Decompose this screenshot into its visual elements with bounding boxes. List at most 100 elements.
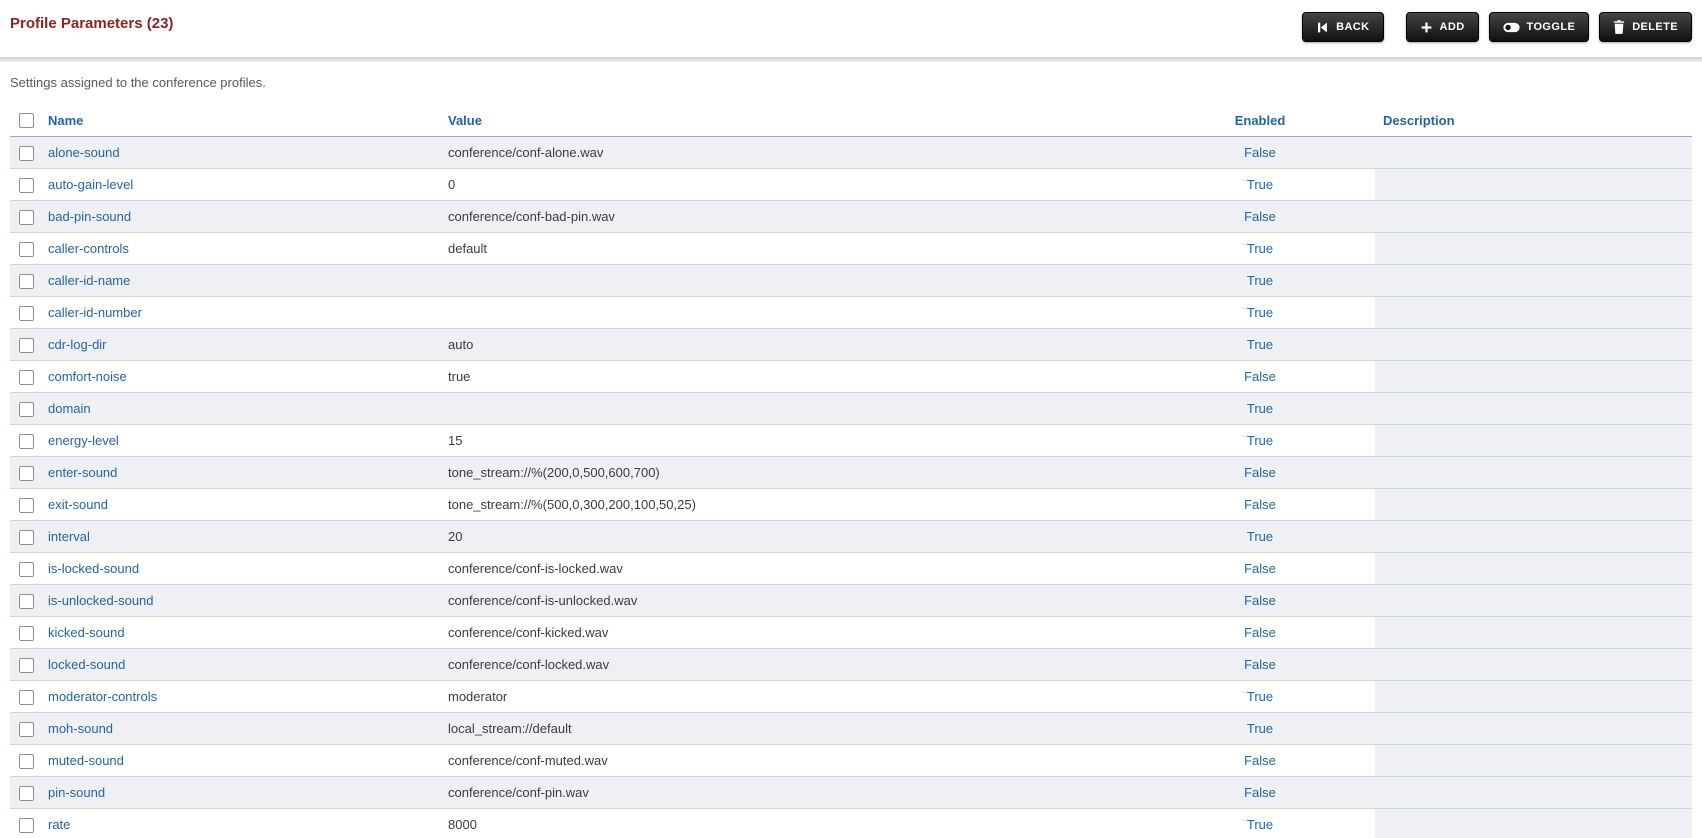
table-row: is-locked-sound conference/conf-is-locke… [10, 552, 1692, 585]
row-checkbox[interactable] [19, 657, 34, 673]
toggle-button[interactable]: TOGGLE [1488, 12, 1590, 42]
parameter-enabled-value[interactable]: False [1244, 145, 1276, 160]
row-checkbox[interactable] [19, 689, 34, 705]
row-checkbox[interactable] [19, 209, 34, 225]
row-checkbox[interactable] [19, 625, 34, 641]
delete-button[interactable]: DELETE [1599, 12, 1692, 42]
parameter-description [1375, 168, 1692, 201]
parameter-value: tone_stream://%(500,0,300,200,100,50,25) [440, 488, 1145, 521]
column-header-name[interactable]: Name [48, 113, 83, 128]
row-checkbox[interactable] [19, 817, 34, 833]
parameter-description [1375, 712, 1692, 745]
parameter-name-link[interactable]: is-locked-sound [48, 561, 139, 576]
parameter-name-link[interactable]: rate [48, 817, 70, 832]
row-checkbox[interactable] [19, 433, 34, 449]
parameter-name-link[interactable]: alone-sound [48, 145, 120, 160]
parameter-enabled-value[interactable]: True [1247, 241, 1273, 256]
row-checkbox[interactable] [19, 529, 34, 545]
parameter-description [1375, 232, 1692, 265]
parameter-enabled-value[interactable]: False [1244, 561, 1276, 576]
parameter-description [1375, 488, 1692, 521]
parameter-enabled-value[interactable]: False [1244, 209, 1276, 224]
parameter-name-link[interactable]: exit-sound [48, 497, 108, 512]
parameter-description [1375, 136, 1692, 169]
back-button[interactable]: BACK [1302, 12, 1384, 42]
parameter-name-link[interactable]: kicked-sound [48, 625, 125, 640]
row-checkbox[interactable] [19, 337, 34, 353]
parameter-name-link[interactable]: moderator-controls [48, 689, 157, 704]
parameter-description [1375, 360, 1692, 393]
row-checkbox[interactable] [19, 241, 34, 257]
parameter-enabled-value[interactable]: False [1244, 657, 1276, 672]
parameter-name-link[interactable]: moh-sound [48, 721, 113, 736]
column-header-description[interactable]: Description [1383, 113, 1455, 128]
add-button[interactable]: ADD [1405, 12, 1479, 42]
row-checkbox[interactable] [19, 177, 34, 193]
page-description: Settings assigned to the conference prof… [10, 75, 266, 90]
parameter-value [440, 296, 1145, 329]
row-checkbox[interactable] [19, 561, 34, 577]
parameter-name-link[interactable]: comfort-noise [48, 369, 127, 384]
delete-button-label: DELETE [1632, 21, 1678, 33]
parameter-enabled-value[interactable]: False [1244, 497, 1276, 512]
row-checkbox[interactable] [19, 753, 34, 769]
row-checkbox[interactable] [19, 145, 34, 161]
parameter-description [1375, 264, 1692, 297]
parameter-enabled-value[interactable]: False [1244, 465, 1276, 480]
parameter-enabled-value[interactable]: True [1247, 433, 1273, 448]
parameter-enabled-value[interactable]: False [1244, 593, 1276, 608]
table-row: kicked-sound conference/conf-kicked.wav … [10, 616, 1692, 649]
parameter-name-link[interactable]: is-unlocked-sound [48, 593, 154, 608]
parameter-name-link[interactable]: caller-id-number [48, 305, 142, 320]
row-checkbox[interactable] [19, 305, 34, 321]
parameter-enabled-value[interactable]: False [1244, 753, 1276, 768]
row-checkbox[interactable] [19, 785, 34, 801]
parameter-name-link[interactable]: bad-pin-sound [48, 209, 131, 224]
parameter-name-link[interactable]: pin-sound [48, 785, 105, 800]
row-checkbox[interactable] [19, 369, 34, 385]
parameter-name-link[interactable]: domain [48, 401, 91, 416]
parameter-enabled-value[interactable]: True [1247, 305, 1273, 320]
parameter-enabled-value[interactable]: False [1244, 625, 1276, 640]
parameter-enabled-value[interactable]: False [1244, 785, 1276, 800]
row-checkbox[interactable] [19, 497, 34, 513]
parameter-enabled-value[interactable]: True [1247, 529, 1273, 544]
parameter-name-link[interactable]: enter-sound [48, 465, 117, 480]
row-checkbox[interactable] [19, 593, 34, 609]
row-checkbox[interactable] [19, 465, 34, 481]
parameter-value: true [440, 360, 1145, 393]
parameter-value: conference/conf-alone.wav [440, 136, 1145, 169]
select-all-checkbox[interactable] [19, 113, 34, 129]
parameter-value: 20 [440, 520, 1145, 553]
row-checkbox[interactable] [19, 721, 34, 737]
parameter-enabled-value[interactable]: True [1247, 337, 1273, 352]
row-checkbox[interactable] [19, 401, 34, 417]
parameter-name-link[interactable]: muted-sound [48, 753, 124, 768]
parameter-name-link[interactable]: caller-id-name [48, 273, 130, 288]
parameter-name-link[interactable]: caller-controls [48, 241, 129, 256]
parameter-name-link[interactable]: auto-gain-level [48, 177, 133, 192]
plus-icon [1420, 21, 1433, 34]
column-header-enabled[interactable]: Enabled [1235, 113, 1286, 128]
parameter-enabled-value[interactable]: True [1247, 401, 1273, 416]
parameter-enabled-value[interactable]: True [1247, 177, 1273, 192]
parameter-value: moderator [440, 680, 1145, 713]
table-row: locked-sound conference/conf-locked.wav … [10, 648, 1692, 681]
toggle-switch-icon [1502, 22, 1520, 33]
table-row: bad-pin-sound conference/conf-bad-pin.wa… [10, 200, 1692, 233]
table-row: comfort-noise true False [10, 360, 1692, 393]
parameter-name-link[interactable]: locked-sound [48, 657, 125, 672]
parameter-name-link[interactable]: interval [48, 529, 90, 544]
row-checkbox[interactable] [19, 273, 34, 289]
table-row: enter-sound tone_stream://%(200,0,500,60… [10, 456, 1692, 489]
parameter-enabled-value[interactable]: False [1244, 369, 1276, 384]
parameter-enabled-value[interactable]: True [1247, 273, 1273, 288]
parameter-name-link[interactable]: cdr-log-dir [48, 337, 107, 352]
parameter-value: conference/conf-muted.wav [440, 744, 1145, 777]
parameter-enabled-value[interactable]: True [1247, 721, 1273, 736]
parameter-enabled-value[interactable]: True [1247, 689, 1273, 704]
parameter-enabled-value[interactable]: True [1247, 817, 1273, 832]
parameter-name-link[interactable]: energy-level [48, 433, 119, 448]
parameter-value [440, 264, 1145, 297]
column-header-value[interactable]: Value [448, 113, 482, 128]
